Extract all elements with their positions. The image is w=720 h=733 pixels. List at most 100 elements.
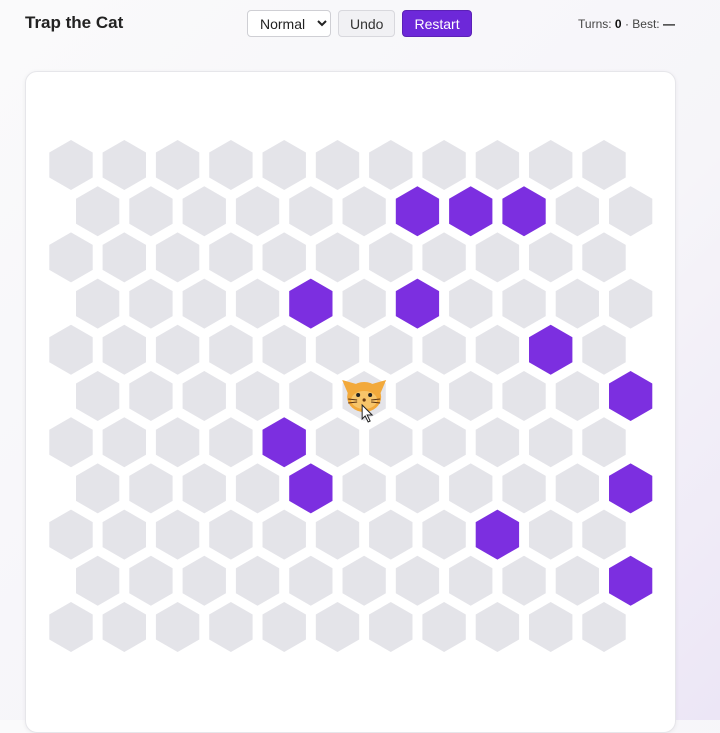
hex-cell[interactable] xyxy=(262,232,306,283)
hex-cell[interactable] xyxy=(235,278,280,329)
hex-cell[interactable] xyxy=(49,417,93,468)
hex-cell[interactable] xyxy=(155,232,200,283)
hex-cell[interactable] xyxy=(76,463,120,514)
hex-cell[interactable] xyxy=(129,371,173,421)
hex-cell[interactable] xyxy=(529,509,573,560)
hex-cell[interactable] xyxy=(475,140,520,190)
hex-cell[interactable] xyxy=(209,417,253,468)
hex-cell[interactable] xyxy=(582,324,626,375)
hex-cell[interactable] xyxy=(289,555,333,606)
hex-cell[interactable] xyxy=(475,232,520,283)
hex-cell[interactable] xyxy=(155,324,200,375)
hex-cell[interactable] xyxy=(369,140,413,190)
hex-cell[interactable] xyxy=(369,509,413,560)
hex-cell[interactable] xyxy=(155,602,200,652)
hex-cell[interactable] xyxy=(209,232,253,283)
hex-cell[interactable] xyxy=(342,555,386,606)
hex-cell[interactable] xyxy=(395,463,440,514)
hex-cell[interactable] xyxy=(422,509,466,560)
hex-cell[interactable] xyxy=(555,463,599,514)
hex-cell[interactable] xyxy=(449,371,493,421)
hex-cell[interactable] xyxy=(102,232,146,283)
hex-cell[interactable] xyxy=(129,463,173,514)
hex-cell[interactable] xyxy=(582,417,626,468)
hex-cell-blocked[interactable] xyxy=(529,324,573,375)
hex-cell[interactable] xyxy=(582,602,626,652)
hex-cell-blocked[interactable] xyxy=(502,186,546,237)
hex-cell[interactable] xyxy=(555,278,599,329)
hex-cell[interactable] xyxy=(262,140,306,190)
hex-cell[interactable] xyxy=(555,371,599,421)
hex-cell-blocked[interactable] xyxy=(449,186,493,237)
undo-button[interactable]: Undo xyxy=(338,10,396,37)
hex-cell[interactable] xyxy=(76,371,120,421)
hex-cell[interactable] xyxy=(262,602,306,652)
hex-cell-blocked[interactable] xyxy=(289,463,333,514)
hex-cell[interactable] xyxy=(155,140,200,190)
hex-cell[interactable] xyxy=(235,463,280,514)
hex-cell[interactable] xyxy=(582,140,626,190)
hex-cell[interactable] xyxy=(422,417,466,468)
hex-cell[interactable] xyxy=(155,509,200,560)
difficulty-select[interactable]: Normal xyxy=(247,10,331,37)
hex-cell[interactable] xyxy=(129,555,173,606)
hex-cell[interactable] xyxy=(182,278,226,329)
hex-cell[interactable] xyxy=(529,417,573,468)
hex-cell[interactable] xyxy=(262,324,306,375)
hex-cell[interactable] xyxy=(182,463,226,514)
hex-cell[interactable] xyxy=(235,186,280,237)
hex-cell[interactable] xyxy=(502,278,546,329)
hex-cell[interactable] xyxy=(49,509,93,560)
hex-cell[interactable] xyxy=(209,324,253,375)
hex-cell[interactable] xyxy=(76,186,120,237)
hex-cell[interactable] xyxy=(449,555,493,606)
hex-cell-blocked[interactable] xyxy=(609,371,653,421)
hex-cell[interactable] xyxy=(369,232,413,283)
hex-cell[interactable] xyxy=(129,186,173,237)
hex-cell[interactable] xyxy=(102,324,146,375)
hex-cell[interactable] xyxy=(395,371,440,421)
hex-cell[interactable] xyxy=(502,555,546,606)
hex-cell[interactable] xyxy=(262,509,306,560)
hex-cell[interactable] xyxy=(235,555,280,606)
hex-cell[interactable] xyxy=(555,555,599,606)
hex-cell[interactable] xyxy=(342,278,386,329)
hex-cell[interactable] xyxy=(102,417,146,468)
hex-cell[interactable] xyxy=(422,324,466,375)
hex-cell[interactable] xyxy=(129,278,173,329)
hex-cell[interactable] xyxy=(49,602,93,652)
hex-cell[interactable] xyxy=(475,324,520,375)
hex-cell[interactable] xyxy=(449,278,493,329)
hex-cell[interactable] xyxy=(422,140,466,190)
hex-cell[interactable] xyxy=(582,509,626,560)
hex-cell-blocked[interactable] xyxy=(475,509,520,560)
hex-cell-blocked[interactable] xyxy=(395,278,440,329)
hex-cell[interactable] xyxy=(609,186,653,237)
hex-cell[interactable] xyxy=(102,509,146,560)
hex-cell[interactable] xyxy=(609,278,653,329)
hex-cell[interactable] xyxy=(502,463,546,514)
hex-cell[interactable] xyxy=(235,371,280,421)
hex-cell[interactable] xyxy=(102,602,146,652)
hex-cell[interactable] xyxy=(182,555,226,606)
hex-cell-blocked[interactable] xyxy=(262,417,306,468)
hex-cell[interactable] xyxy=(49,140,93,190)
hex-cell[interactable] xyxy=(49,324,93,375)
hex-cell-blocked[interactable] xyxy=(609,555,653,606)
hex-cell[interactable] xyxy=(76,555,120,606)
hex-cell[interactable] xyxy=(342,463,386,514)
hex-cell[interactable] xyxy=(395,555,440,606)
hex-cell[interactable] xyxy=(155,417,200,468)
hex-cell[interactable] xyxy=(76,278,120,329)
hex-cell[interactable] xyxy=(582,232,626,283)
hex-cell[interactable] xyxy=(182,186,226,237)
hex-cell[interactable] xyxy=(315,232,360,283)
hex-cell[interactable] xyxy=(529,140,573,190)
hex-cell[interactable] xyxy=(369,324,413,375)
hex-cell[interactable] xyxy=(449,463,493,514)
hex-cell-blocked[interactable] xyxy=(289,278,333,329)
restart-button[interactable]: Restart xyxy=(402,10,472,37)
hex-cell[interactable] xyxy=(315,602,360,652)
hex-cell[interactable] xyxy=(49,232,93,283)
hex-cell[interactable] xyxy=(315,509,360,560)
